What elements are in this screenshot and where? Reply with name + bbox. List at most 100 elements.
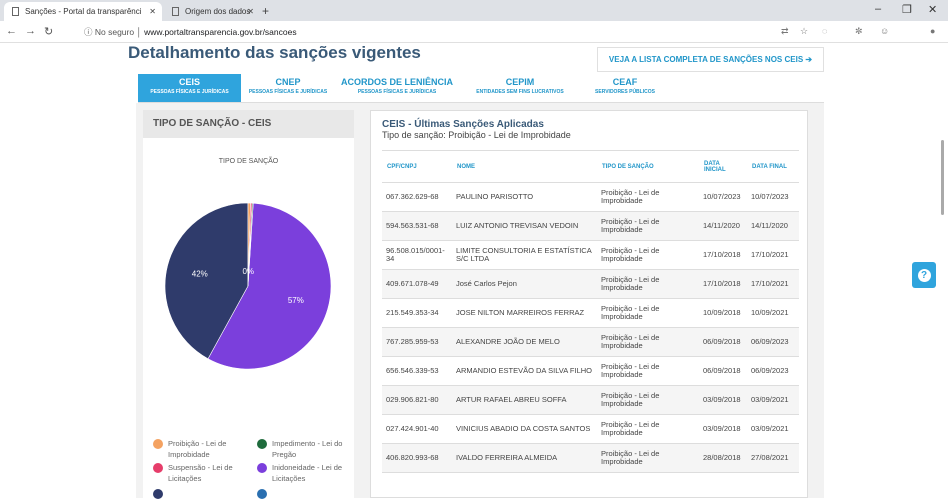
bookmark-star-icon[interactable]: ☆ <box>800 26 808 37</box>
extension-icon[interactable]: ◌ <box>822 26 827 36</box>
table-cell: 28/08/2018 <box>699 443 747 473</box>
page-scrollbar[interactable] <box>941 140 944 215</box>
sanction-pie-chart: 57%42%0% <box>164 202 332 370</box>
table-cell: Proibição - Lei de Improbidade <box>597 414 699 444</box>
table-row[interactable]: 409.671.078-49 José Carlos Pejon Proibição… <box>382 269 799 299</box>
new-tab-icon[interactable]: + <box>262 4 269 18</box>
table-cell: Proibição - Lei de Improbidade <box>597 211 699 241</box>
browser-tab-sancoes[interactable]: Sanções - Portal da transparênci ✕ <box>4 2 162 21</box>
sanctions-table: CPF/CNPJ NOME TIPO DE SANÇÃO DATA INICIAL DA… <box>382 150 799 473</box>
settings-icon[interactable]: ✼ <box>855 26 863 37</box>
sanction-type-panel: TIPO DE SANÇÃO - CEIS TIPO DE SANÇÃO 57%… <box>143 110 354 499</box>
legend-item[interactable]: Proibição - Lei de Improbidade <box>153 438 249 460</box>
close-window-icon[interactable]: ✕ <box>928 3 937 16</box>
legend-item[interactable]: Inidoneidade - Lei de Licitações <box>257 462 353 484</box>
browser-tab-origem[interactable]: Origem dos dados - Portal da tra✕ <box>164 2 260 21</box>
column-header[interactable]: NOME <box>452 150 597 183</box>
back-icon[interactable]: ← <box>6 25 17 37</box>
reload-icon[interactable]: ↻ <box>44 25 53 38</box>
table-cell: LIMITE CONSULTORIA E ESTATÍSTICA S/C LTD… <box>452 240 597 270</box>
table-cell: 03/09/2018 <box>699 414 747 444</box>
menu-icon[interactable]: ● <box>930 26 935 36</box>
browser-tab-bar: Sanções - Portal da transparênci ✕ Origem… <box>0 0 948 21</box>
table-cell: 06/09/2018 <box>699 356 747 386</box>
table-cell: 10/09/2021 <box>747 298 799 328</box>
table-cell: 17/10/2021 <box>747 240 799 270</box>
table-cell: 409.671.078-49 <box>382 269 452 299</box>
table-row[interactable]: 96.508.015/0001-34 LIMITE CONSULTORIA E E… <box>382 240 799 270</box>
table-cell: ARTUR RAFAEL ABREU SOFFA <box>452 385 597 415</box>
panel-title: CEIS - Últimas Sanções Aplicadas <box>382 119 544 130</box>
close-tab-icon[interactable]: ✕ <box>247 7 254 16</box>
document-icon <box>12 7 19 16</box>
url-field[interactable]: ⓘ No seguro │ www.portaltransparencia.go… <box>84 26 297 38</box>
forward-icon[interactable]: → <box>25 25 36 37</box>
pie-label: 57% <box>288 296 304 305</box>
table-cell: 10/07/2023 <box>699 182 747 212</box>
table-cell: IVALDO FERREIRA ALMEIDA <box>452 443 597 473</box>
column-header[interactable]: DATA FINAL <box>747 150 799 183</box>
table-cell: 767.285.959-53 <box>382 327 452 357</box>
translate-icon[interactable]: ⇄ <box>781 26 789 37</box>
legend-item[interactable] <box>257 488 272 499</box>
table-cell: José Carlos Pejon <box>452 269 597 299</box>
page-content: Detalhamento das sanções vigentes VEJA A… <box>0 43 948 499</box>
profile-icon[interactable]: ☺ <box>880 26 889 36</box>
column-header[interactable]: CPF/CNPJ <box>382 150 452 183</box>
tab-cnep[interactable]: CNEP PESSOAS FÍSICAS E JURÍDICAS <box>241 74 335 103</box>
table-row[interactable]: 656.546.339-53 ARMANDIO ESTEVÃO DA SILVA … <box>382 356 799 386</box>
table-cell: Proibição - Lei de Improbidade <box>597 385 699 415</box>
table-cell: Proibição - Lei de Improbidade <box>597 298 699 328</box>
column-header[interactable]: TIPO DE SANÇÃO <box>597 150 699 183</box>
view-all-sanctions-button[interactable]: VEJA A LISTA COMPLETA DE SANÇÕES NOS CEI… <box>597 47 824 72</box>
table-row[interactable]: 215.549.353-34 JOSE NILTON MARREIROS FERR… <box>382 298 799 328</box>
legend-item[interactable] <box>153 488 168 499</box>
minimize-icon[interactable]: – <box>875 3 881 15</box>
table-cell: 06/09/2018 <box>699 327 747 357</box>
table-cell: 06/09/2023 <box>747 327 799 357</box>
legend-item[interactable]: Suspensão - Lei de Licitações <box>153 462 249 484</box>
table-row[interactable]: 027.424.901-40 VINICIUS ABADIO DA COSTA S… <box>382 414 799 444</box>
table-row[interactable]: 406.820.993-68 IVALDO FERREIRA ALMEIDA Pro… <box>382 443 799 473</box>
table-cell: Proibição - Lei de Improbidade <box>597 269 699 299</box>
table-cell: Proibição - Lei de Improbidade <box>597 356 699 386</box>
column-header[interactable]: DATA INICIAL <box>699 150 747 183</box>
panel-subtitle: Tipo de sanção: Proibição - Lei de Impro… <box>382 130 571 140</box>
pie-label: 42% <box>192 270 208 279</box>
legend-swatch <box>153 439 163 449</box>
table-cell: 17/10/2021 <box>747 269 799 299</box>
table-cell: 656.546.339-53 <box>382 356 452 386</box>
table-cell: 027.424.901-40 <box>382 414 452 444</box>
table-cell: 03/09/2021 <box>747 385 799 415</box>
table-row[interactable]: 594.563.531-68 LUIZ ANTONIO TREVISAN VEDO… <box>382 211 799 241</box>
table-cell: 10/09/2018 <box>699 298 747 328</box>
tab-ceaf[interactable]: CEAF SERVIDORES PÚBLICOS <box>581 74 669 103</box>
table-cell: ARMANDIO ESTEVÃO DA SILVA FILHO <box>452 356 597 386</box>
table-cell: ALEXANDRE JOÃO DE MELO <box>452 327 597 357</box>
table-cell: 03/09/2021 <box>747 414 799 444</box>
table-cell: LUIZ ANTONIO TREVISAN VEDOIN <box>452 211 597 241</box>
table-row[interactable]: 767.285.959-53 ALEXANDRE JOÃO DE MELO Proi… <box>382 327 799 357</box>
tab-ceis[interactable]: CEIS PESSOAS FÍSICAS E JURÍDICAS <box>138 74 241 103</box>
table-cell: 14/11/2020 <box>747 211 799 241</box>
tab-acordos-leniencia[interactable]: ACORDOS DE LENIÊNCIA PESSOAS FÍSICAS E JU… <box>335 74 459 103</box>
table-row[interactable]: 029.906.821-80 ARTUR RAFAEL ABREU SOFFA Pr… <box>382 385 799 415</box>
arrow-circle-icon: ➔ <box>805 55 813 64</box>
tab-cepim[interactable]: CEPIM ENTIDADES SEM FINS LUCRATIVOS <box>459 74 581 103</box>
legend-swatch <box>153 463 163 473</box>
question-icon: ? <box>917 268 931 282</box>
help-button[interactable]: ? <box>912 262 936 288</box>
table-cell: JOSE NILTON MARREIROS FERRAZ <box>452 298 597 328</box>
panel-heading: TIPO DE SANÇÃO - CEIS <box>143 110 354 138</box>
table-cell: 406.820.993-68 <box>382 443 452 473</box>
document-icon <box>172 7 179 16</box>
table-row[interactable]: 067.362.629-68 PAULINO PARISOTTO Proibição… <box>382 182 799 212</box>
legend-item[interactable]: Impedimento - Lei do Pregão <box>257 438 353 460</box>
close-tab-icon[interactable]: ✕ <box>149 7 156 16</box>
legend-swatch <box>257 439 267 449</box>
maximize-icon[interactable]: ❐ <box>902 3 912 16</box>
legend-swatch <box>257 463 267 473</box>
table-cell: Proibição - Lei de Improbidade <box>597 182 699 212</box>
table-cell: 17/10/2018 <box>699 269 747 299</box>
table-cell: 14/11/2020 <box>699 211 747 241</box>
